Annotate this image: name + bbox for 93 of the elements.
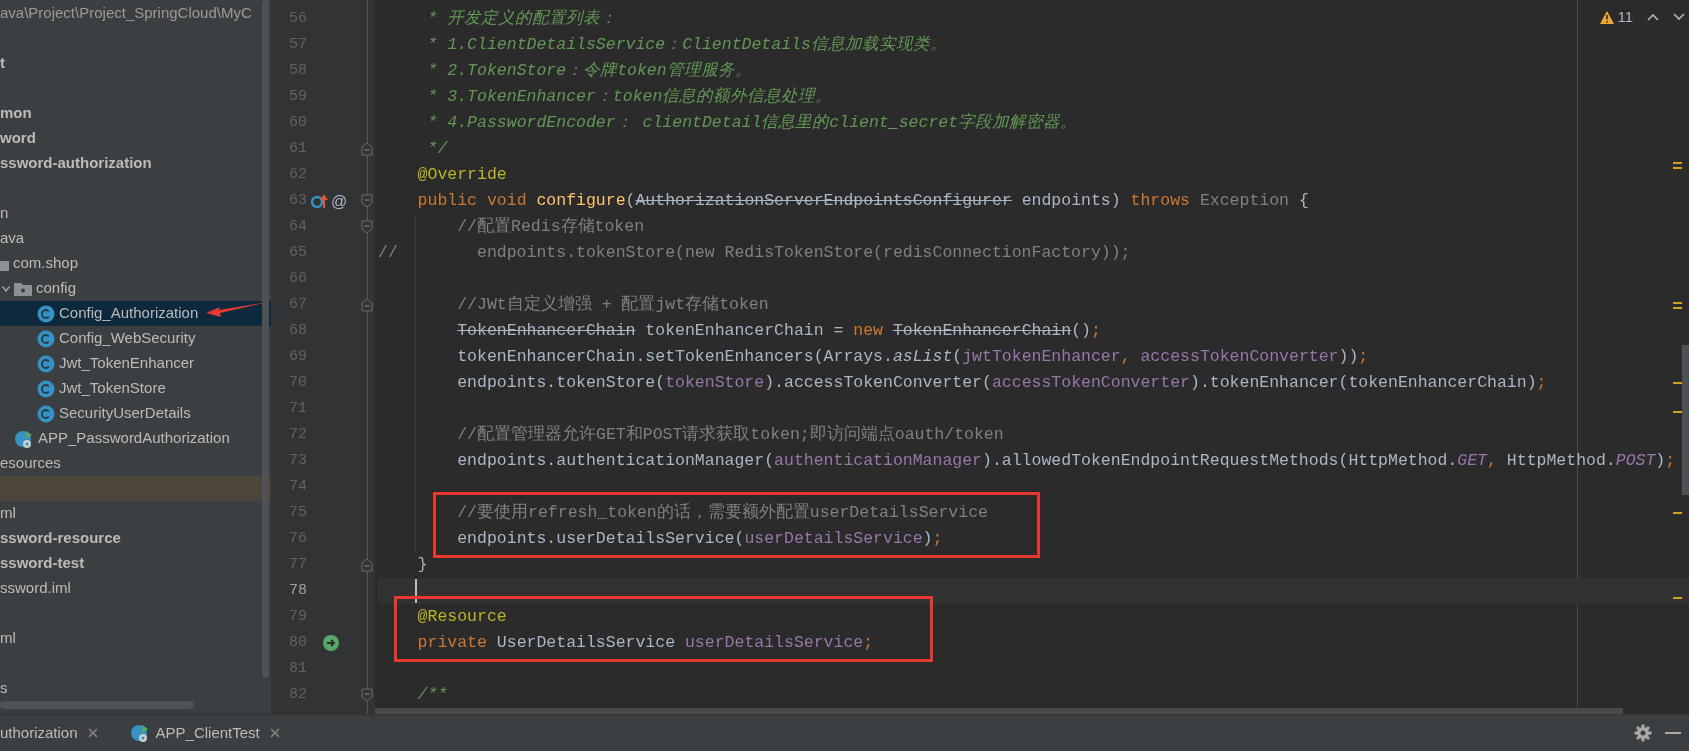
tree-item-label[interactable]: Jwt_TokenStore: [59, 377, 166, 400]
run-tab[interactable]: uthorization: [0, 714, 108, 751]
text-cursor: [415, 579, 417, 603]
code-line: private UserDetailsService userDetailsService;: [416, 632, 874, 654]
code-line: endpoints.tokenStore(tokenStore).accessTokenConverter(accessTokenConverter).tokenEnhancer(tokenEnhancerChain);: [456, 372, 1547, 394]
tree-item-label[interactable]: Config_Authorization: [59, 302, 199, 325]
previous-icon: [1647, 13, 1659, 22]
tree-row[interactable]: Jwt_TokenStore: [0, 376, 271, 401]
tree-item-label[interactable]: APP_PasswordAuthorization: [38, 427, 230, 450]
code-line: /**: [416, 684, 448, 706]
tree-item-label[interactable]: ssword-resource: [0, 527, 121, 550]
minimize-icon: [1665, 732, 1681, 735]
tree-row[interactable]: ava: [0, 226, 271, 251]
run-tab[interactable]: APP_ClientTest: [107, 714, 286, 751]
tree-item-label[interactable]: ml: [0, 502, 16, 525]
code-line: //JWt自定义增强 + 配置jwt存储token: [456, 293, 769, 316]
code-line: // endpoints.tokenStore(new RedisTokenStore(redisConnectionFactory));: [378, 242, 1131, 264]
tree-item-label[interactable]: Config_WebSecurity: [59, 327, 196, 350]
tree-item-label[interactable]: ava: [0, 227, 25, 250]
code-line: * 4.PasswordEncoder： clientDetail信息里的client_secret字段加解密器。: [426, 112, 1078, 134]
app-icon: [129, 723, 150, 743]
tree-item-label[interactable]: word: [0, 127, 36, 150]
code-line: public void configure(AuthorizationServerEndpointsConfigurer endpoints) throws Exception {: [416, 190, 1309, 212]
warning-count[interactable]: 11: [1617, 6, 1633, 29]
code-line: @Override: [416, 164, 507, 186]
code-line: //配置Redis存储token: [456, 216, 645, 238]
code-line: * 开发定义的配置列表：: [426, 8, 618, 30]
scrollbar-thumb[interactable]: [375, 708, 1623, 714]
tree-row[interactable]: config: [0, 276, 271, 301]
tree-row[interactable]: Config_WebSecurity: [0, 326, 271, 351]
tree-item-label[interactable]: esources: [0, 452, 61, 475]
code-line: }: [416, 554, 428, 576]
tree-item-label[interactable]: ssword-test: [0, 552, 85, 575]
code-line: @Resource: [416, 606, 507, 628]
code-line: endpoints.authenticationManager(authenticationManager).allowedTokenEndpointRequestMethods(HttpMethod.GET, HttpMethod.POST);: [456, 450, 1676, 472]
tree-row[interactable]: ssword-authorization: [0, 151, 271, 176]
tree-row[interactable]: ml: [0, 501, 271, 526]
tree-row[interactable]: t: [0, 51, 271, 76]
tree-row[interactable]: APP_PasswordAuthorization: [0, 426, 271, 451]
close-icon: [87, 728, 98, 738]
class-icon: [37, 354, 55, 373]
tree-row[interactable]: SecurityUserDetails: [0, 401, 271, 426]
tree-row[interactable]: Config_Authorization: [0, 301, 271, 326]
tree-row[interactable]: ml: [0, 626, 271, 651]
tree-row[interactable]: esources: [0, 451, 271, 476]
tree-item-label[interactable]: Jwt_TokenEnhancer: [59, 352, 195, 375]
tree-item-label[interactable]: t: [0, 52, 5, 75]
line-number: 78: [288, 580, 307, 601]
class-icon: [37, 304, 55, 323]
tree-item-label[interactable]: config: [36, 277, 77, 300]
scrollbar-thumb[interactable]: [262, 0, 269, 678]
class-icon: [37, 329, 55, 348]
tree-row[interactable]: ssword.iml: [0, 576, 271, 601]
project-path: ava\Project\Project_SpringCloud\MyC: [0, 3, 252, 24]
override-icon: [311, 193, 329, 209]
close-icon: [269, 728, 280, 738]
implementation-mark[interactable]: @: [331, 190, 348, 214]
tree-row[interactable]: ssword-resource: [0, 526, 271, 551]
code-line: TokenEnhancerChain tokenEnhancerChain = new TokenEnhancerChain();: [456, 320, 1101, 342]
tree-row[interactable]: word: [0, 126, 271, 151]
folder-icon: [14, 281, 32, 296]
tree-item-label[interactable]: SecurityUserDetails: [59, 402, 191, 425]
code-line: * 1.ClientDetailsService：ClientDetails信息加载实现类。: [426, 34, 947, 56]
tree-item-label[interactable]: n: [0, 202, 9, 225]
error-stripe-mark[interactable]: [1673, 162, 1682, 169]
bean-icon: [322, 634, 340, 652]
code-line: */: [426, 138, 448, 160]
tree-row[interactable]: Jwt_TokenEnhancer: [0, 351, 271, 376]
tree-item-label[interactable]: mon: [0, 102, 32, 125]
tree-item-label[interactable]: s: [0, 677, 8, 700]
tree-row[interactable]: n: [0, 201, 271, 226]
tree-row[interactable]: [0, 476, 271, 501]
class-icon: [37, 379, 55, 398]
next-icon: [1673, 13, 1685, 22]
code-line: //要使用refresh_token的话，需要额外配置userDetailsService: [456, 502, 988, 524]
tree-row[interactable]: ssword-test: [0, 551, 271, 576]
scrollbar-thumb[interactable]: [1682, 345, 1689, 495]
code-line: tokenEnhancerChain.setTokenEnhancers(Arrays.asList(jwtTokenEnhancer, accessTokenConverter));: [456, 346, 1369, 368]
tree-row[interactable]: com.shop: [0, 251, 271, 276]
tree-item-label[interactable]: ssword.iml: [0, 577, 71, 600]
error-stripe-mark[interactable]: [1673, 302, 1682, 309]
code-line: * 3.TokenEnhancer：token信息的额外信息处理。: [426, 86, 833, 108]
tree-item-label[interactable]: com.shop: [13, 252, 79, 275]
tree-row[interactable]: mon: [0, 101, 271, 126]
class-icon: [37, 404, 55, 423]
app-icon: [14, 428, 34, 449]
tree-row[interactable]: s: [0, 676, 271, 701]
code-line: * 2.TokenStore：令牌token管理服务。: [426, 60, 752, 82]
code-line: //配置管理器允许GET和POST请求获取token;即访问端点oauth/token: [456, 423, 1004, 446]
code-line: endpoints.userDetailsService(userDetailsService);: [456, 528, 943, 550]
tree-item-label[interactable]: ml: [0, 627, 16, 650]
settings-icon: [1634, 724, 1652, 742]
tree-item-label[interactable]: ssword-authorization: [0, 152, 152, 175]
